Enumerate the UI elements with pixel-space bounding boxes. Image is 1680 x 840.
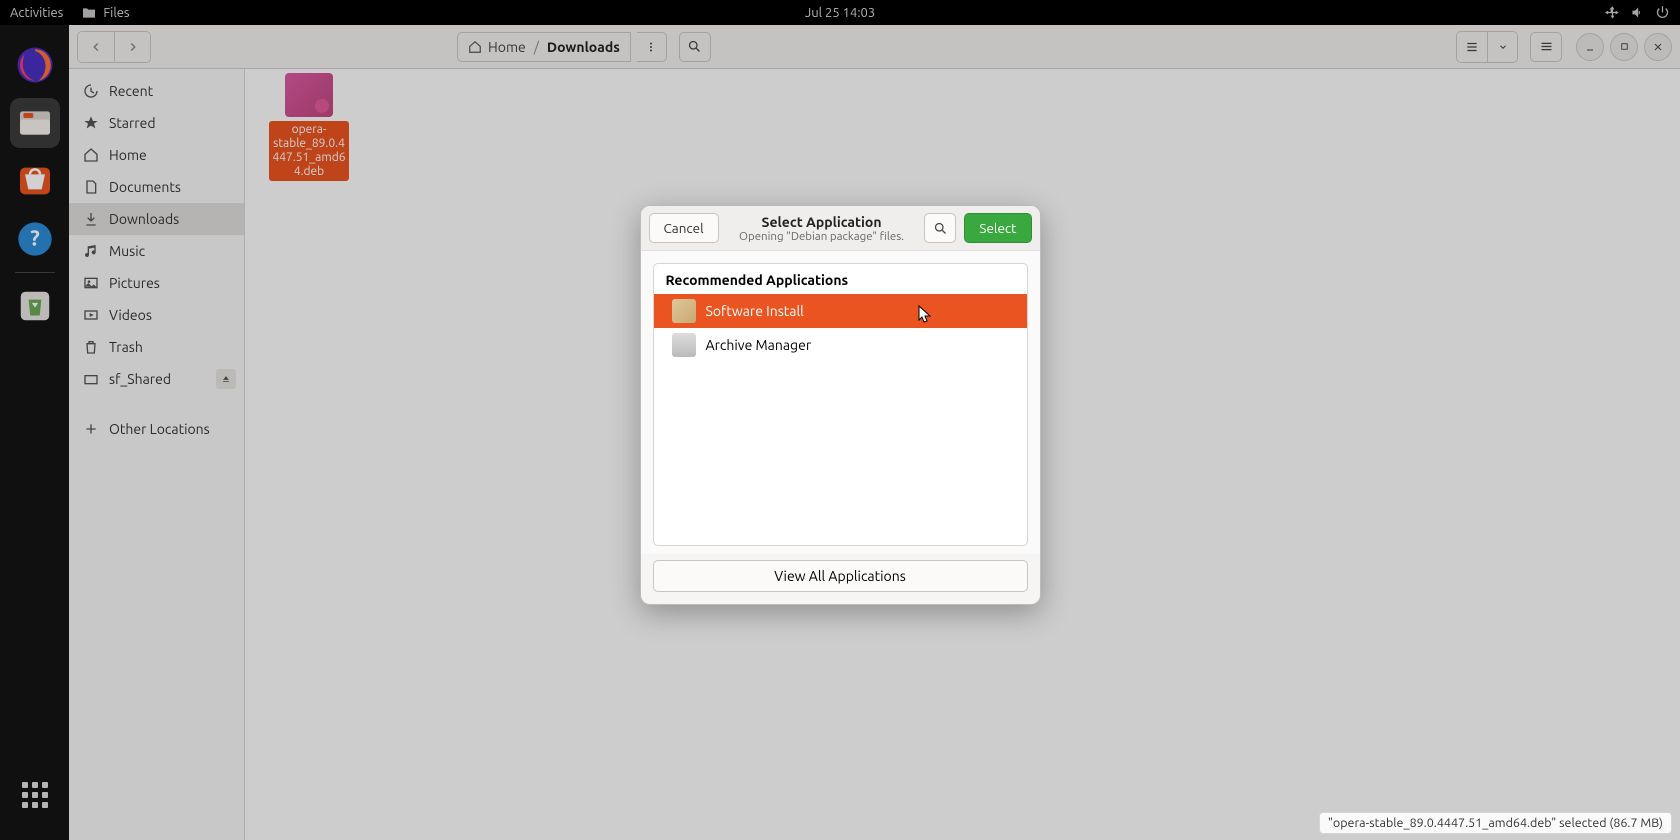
archive-manager-icon xyxy=(672,333,696,357)
cancel-button[interactable]: Cancel xyxy=(649,213,719,243)
select-application-dialog: Cancel Select Application Opening "Debia… xyxy=(640,205,1041,605)
application-list: Software Install Archive Manager xyxy=(653,294,1028,546)
modal-overlay: Cancel Select Application Opening "Debia… xyxy=(0,0,1680,840)
dialog-subtitle: Opening "Debian package" files. xyxy=(727,230,917,243)
app-row-software-install[interactable]: Software Install xyxy=(654,294,1027,328)
app-row-archive-manager[interactable]: Archive Manager xyxy=(654,328,1027,362)
dialog-header: Cancel Select Application Opening "Debia… xyxy=(641,206,1040,251)
search-icon xyxy=(933,221,948,236)
app-row-label: Archive Manager xyxy=(706,337,812,353)
dialog-heading: Recommended Applications xyxy=(653,263,1028,294)
view-all-applications-button[interactable]: View All Applications xyxy=(653,560,1028,592)
app-row-label: Software Install xyxy=(706,303,804,319)
software-install-icon xyxy=(672,299,696,323)
dialog-title: Select Application xyxy=(727,214,917,230)
status-bar: "opera-stable_89.0.4447.51_amd64.deb" se… xyxy=(1319,812,1672,834)
dialog-search-button[interactable] xyxy=(924,213,956,243)
select-button[interactable]: Select xyxy=(964,213,1031,243)
